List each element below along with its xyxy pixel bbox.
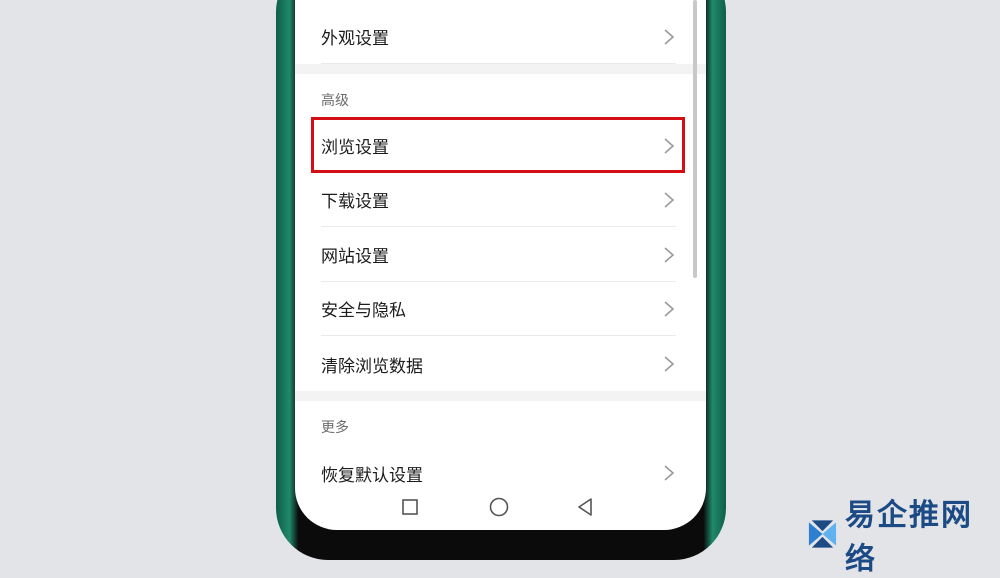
settings-item-label: 清除浏览数据	[321, 356, 423, 377]
settings-item-label: 恢复默认设置	[321, 465, 423, 486]
chevron-right-icon	[664, 356, 675, 372]
settings-item-label: 外观设置	[321, 29, 389, 49]
watermark-text: 易企推网络	[844, 498, 973, 577]
settings-item-website[interactable]: 网站设置	[321, 228, 676, 282]
phone-screen: 外观设置 高级 浏览设置 下载设置 网站设置 安全与隐私 清除浏览数据 更多 恢…	[295, 0, 706, 530]
section-title-advanced: 高级	[321, 93, 349, 109]
section-title-more: 更多	[321, 420, 349, 436]
navigation-bar	[295, 488, 706, 530]
back-button[interactable]	[570, 492, 600, 522]
section-divider	[295, 391, 706, 401]
settings-item-clear-data[interactable]: 清除浏览数据	[321, 337, 676, 391]
home-button[interactable]	[484, 492, 514, 522]
chevron-right-icon	[664, 465, 675, 481]
settings-item-security[interactable]: 安全与隐私	[321, 282, 676, 336]
circle-icon	[489, 497, 509, 517]
recent-apps-button[interactable]	[395, 492, 425, 522]
settings-item-label: 下载设置	[321, 192, 389, 212]
chevron-right-icon	[664, 191, 675, 208]
chevron-right-icon	[664, 28, 675, 45]
section-divider	[295, 64, 706, 74]
settings-item-appearance[interactable]: 外观设置	[321, 10, 676, 64]
scrollbar[interactable]	[693, 0, 697, 278]
square-icon	[402, 499, 418, 515]
settings-item-label: 网站设置	[321, 247, 389, 267]
settings-item-label: 安全与隐私	[321, 301, 406, 321]
chevron-right-icon	[664, 246, 675, 263]
watermark: 易企推网络	[806, 498, 1000, 577]
brand-logo-icon	[808, 520, 837, 548]
highlight-box	[311, 117, 685, 173]
settings-item-download[interactable]: 下载设置	[321, 173, 676, 227]
chevron-right-icon	[664, 300, 675, 317]
triangle-back-icon	[578, 498, 592, 516]
